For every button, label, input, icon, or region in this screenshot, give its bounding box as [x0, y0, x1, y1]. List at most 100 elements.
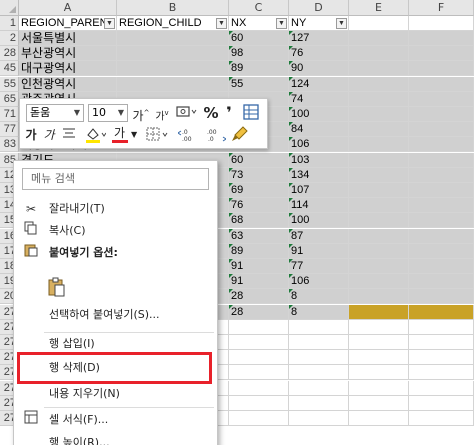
- cell-f[interactable]: [409, 92, 474, 107]
- column-header-a[interactable]: A: [19, 0, 117, 16]
- cell-f[interactable]: [409, 274, 474, 289]
- row-header[interactable]: 77: [0, 122, 19, 137]
- cell-f[interactable]: [409, 198, 474, 213]
- column-header-f[interactable]: F: [409, 0, 474, 16]
- cell-e[interactable]: [349, 198, 409, 213]
- increase-decimal-icon[interactable]: .0.00: [177, 126, 200, 149]
- cell-c[interactable]: [229, 350, 289, 365]
- decrease-font-size-button[interactable]: 가v: [153, 104, 171, 126]
- cell-e[interactable]: [349, 77, 409, 92]
- cell-b[interactable]: [117, 61, 229, 76]
- cell-d[interactable]: 77: [289, 259, 349, 274]
- cell-e[interactable]: [349, 365, 409, 380]
- cell-d[interactable]: 107: [289, 183, 349, 198]
- fill-color-button[interactable]: [82, 126, 108, 149]
- cell-e[interactable]: [349, 107, 409, 122]
- cell-d[interactable]: 106: [289, 274, 349, 289]
- cell[interactable]: [409, 16, 474, 31]
- header-cell-region-child[interactable]: REGION_CHILD ▼: [117, 16, 229, 31]
- cell-f[interactable]: [409, 46, 474, 61]
- cell-c[interactable]: 60: [229, 153, 289, 168]
- cell-d[interactable]: 106: [289, 137, 349, 152]
- row-header[interactable]: 1: [0, 16, 19, 31]
- menu-item-format-cells[interactable]: 셀 서식(F)...: [14, 409, 217, 431]
- cell-c[interactable]: 76: [229, 198, 289, 213]
- align-center-icon[interactable]: [60, 126, 78, 144]
- menu-item-clear-contents[interactable]: 내용 지우기(N): [14, 383, 217, 405]
- cell-c[interactable]: [229, 411, 289, 426]
- increase-font-size-button[interactable]: 가^: [132, 104, 150, 125]
- cell-e[interactable]: [349, 46, 409, 61]
- row-header[interactable]: 55: [0, 77, 19, 92]
- cell-c[interactable]: 28: [229, 305, 289, 320]
- cell-d[interactable]: 90: [289, 61, 349, 76]
- header-cell-region-parent[interactable]: REGION_PARENT ▼: [19, 16, 117, 31]
- cell-b[interactable]: [117, 46, 229, 61]
- font-size-select[interactable]: 10 ▼: [88, 104, 128, 122]
- cell-f[interactable]: [409, 168, 474, 183]
- cell-c[interactable]: 68: [229, 213, 289, 228]
- cell-f[interactable]: [409, 289, 474, 304]
- cell-e[interactable]: [349, 259, 409, 274]
- cell-d[interactable]: 100: [289, 107, 349, 122]
- cell-c[interactable]: 73: [229, 168, 289, 183]
- cell-c[interactable]: 91: [229, 259, 289, 274]
- cell-c[interactable]: [229, 381, 289, 396]
- cell-c[interactable]: [229, 320, 289, 335]
- cell-f[interactable]: [409, 350, 474, 365]
- menu-item-copy[interactable]: 복사(C): [14, 220, 217, 242]
- cell-d[interactable]: [289, 365, 349, 380]
- row-header[interactable]: 28: [0, 46, 19, 61]
- cell-e[interactable]: [349, 411, 409, 426]
- cell-d[interactable]: 103: [289, 153, 349, 168]
- cell-e[interactable]: [349, 61, 409, 76]
- bold-button[interactable]: 가: [24, 126, 38, 144]
- cell-f[interactable]: [409, 137, 474, 152]
- cell-d[interactable]: [289, 350, 349, 365]
- cell-e[interactable]: [349, 137, 409, 152]
- cell-e[interactable]: [349, 229, 409, 244]
- cell-f[interactable]: [409, 229, 474, 244]
- italic-button[interactable]: 가: [42, 126, 56, 144]
- header-cell-nx[interactable]: NX ▼: [229, 16, 289, 31]
- menu-item-row-height[interactable]: 행 높이(R)...: [14, 432, 217, 445]
- cell-c[interactable]: 28: [229, 289, 289, 304]
- menu-item-cut[interactable]: ✂ 잘라내기(T): [14, 198, 217, 220]
- filter-dropdown-icon[interactable]: ▼: [276, 18, 287, 29]
- format-painter-icon[interactable]: [230, 126, 250, 147]
- filter-active-icon[interactable]: ▼: [216, 18, 227, 29]
- cell-d[interactable]: 134: [289, 168, 349, 183]
- cell-e[interactable]: [349, 350, 409, 365]
- cell-d[interactable]: 76: [289, 46, 349, 61]
- cell-e[interactable]: [349, 396, 409, 411]
- cell-f[interactable]: [409, 305, 474, 320]
- cell-a[interactable]: 인천광역시: [19, 77, 117, 92]
- row-header[interactable]: 2: [0, 31, 19, 46]
- cell-b[interactable]: [117, 77, 229, 92]
- cell-b[interactable]: [117, 31, 229, 46]
- cell-d[interactable]: [289, 381, 349, 396]
- cell-f[interactable]: [409, 213, 474, 228]
- menu-search-input[interactable]: 메뉴 검색: [22, 168, 209, 190]
- cell-d[interactable]: [289, 320, 349, 335]
- table-format-icon[interactable]: [242, 104, 260, 125]
- cell-f[interactable]: [409, 259, 474, 274]
- cell-f[interactable]: [409, 381, 474, 396]
- cell-a[interactable]: 부산광역시: [19, 46, 117, 61]
- cell-f[interactable]: [409, 183, 474, 198]
- percent-style-button[interactable]: %: [203, 104, 219, 122]
- decrease-decimal-icon[interactable]: .00.0: [204, 126, 227, 149]
- paste-clipboard-icon[interactable]: [48, 277, 66, 297]
- accounting-format-icon[interactable]: [174, 104, 198, 125]
- cell-d[interactable]: [289, 411, 349, 426]
- cell-c[interactable]: [229, 335, 289, 350]
- cell-c[interactable]: 55: [229, 77, 289, 92]
- header-cell-ny[interactable]: NY ▼: [289, 16, 349, 31]
- cell-c[interactable]: 69: [229, 183, 289, 198]
- cell-d[interactable]: 91: [289, 244, 349, 259]
- cell-e[interactable]: [349, 274, 409, 289]
- cell-c[interactable]: 89: [229, 244, 289, 259]
- cell-c[interactable]: 91: [229, 274, 289, 289]
- row-header[interactable]: 45: [0, 61, 19, 76]
- cell-d[interactable]: 124: [289, 77, 349, 92]
